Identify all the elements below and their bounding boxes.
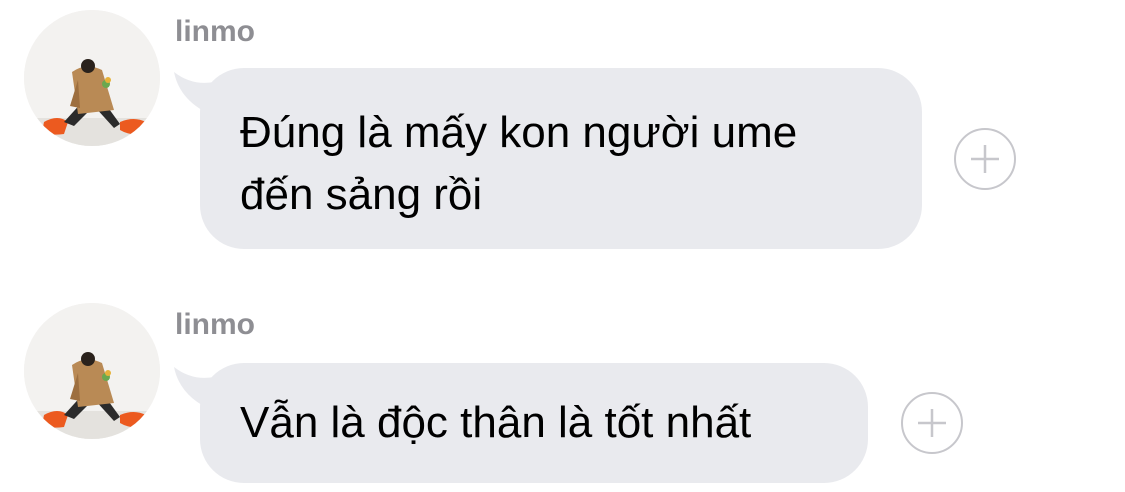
avatar-photo-icon	[24, 303, 160, 439]
plus-icon	[918, 409, 946, 437]
message-row: linmo Đúng là mấy kon người ume đến sảng…	[0, 0, 1125, 260]
sender-name: linmo	[175, 308, 255, 341]
avatar[interactable]	[24, 10, 160, 146]
avatar-photo-icon	[24, 10, 160, 146]
message-row: linmo Vẫn là độc thân là tốt nhất	[0, 295, 1125, 492]
message-text: Vẫn là độc thân là tốt nhất	[240, 398, 752, 447]
add-reaction-button[interactable]	[901, 392, 963, 454]
avatar[interactable]	[24, 303, 160, 439]
add-reaction-button[interactable]	[954, 128, 1016, 190]
message-bubble[interactable]: Đúng là mấy kon người ume đến sảng rồi	[200, 68, 922, 249]
sender-name: linmo	[175, 15, 255, 48]
plus-icon	[971, 145, 999, 173]
message-bubble[interactable]: Vẫn là độc thân là tốt nhất	[200, 363, 868, 483]
message-text: Đúng là mấy kon người ume đến sảng rồi	[240, 108, 798, 219]
